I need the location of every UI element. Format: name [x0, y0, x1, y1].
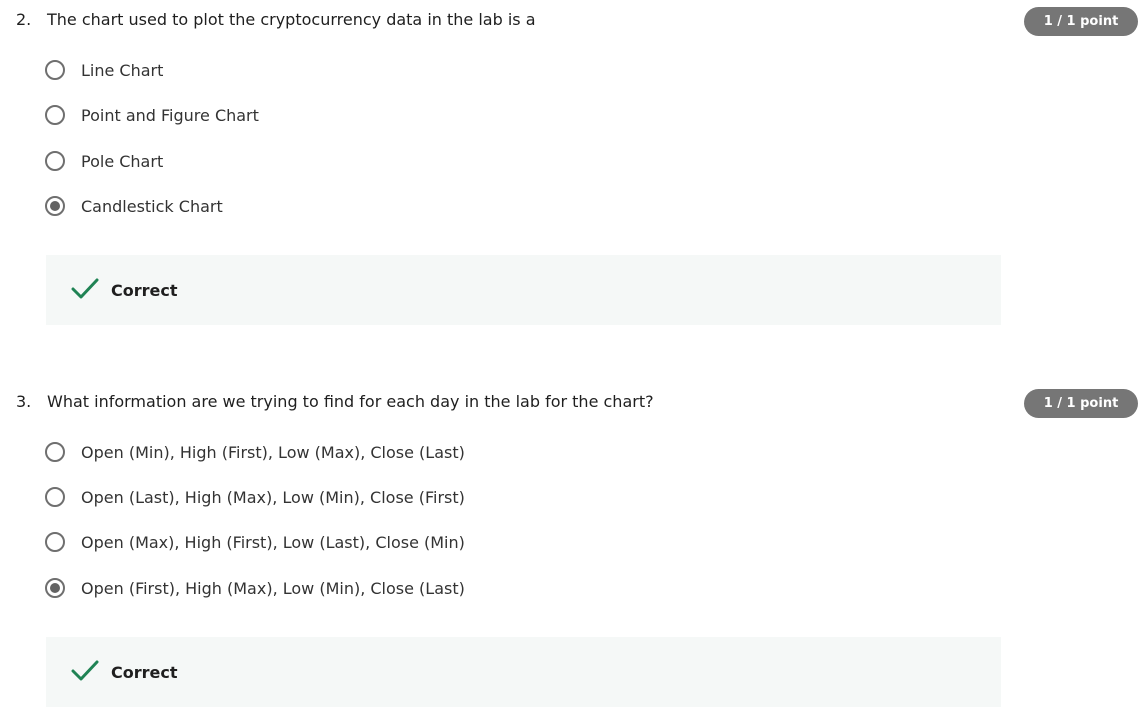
points-badge: 1 / 1 point: [1024, 389, 1138, 418]
radio-button[interactable]: [45, 60, 65, 80]
option-label: Candlestick Chart: [81, 197, 223, 216]
checkmark-icon: [71, 660, 99, 681]
feedback-label: Correct: [111, 663, 178, 682]
option-label: Open (Max), High (First), Low (Last), Cl…: [81, 533, 465, 552]
radio-button-selected[interactable]: [45, 578, 65, 598]
option-2[interactable]: Open (Last), High (Max), Low (Min), Clos…: [44, 484, 744, 512]
question-text: What information are we trying to find f…: [47, 392, 654, 411]
option-label: Line Chart: [81, 61, 164, 80]
radio-button[interactable]: [45, 532, 65, 552]
question-text: The chart used to plot the cryptocurrenc…: [47, 10, 536, 29]
question-number: 2.: [16, 10, 32, 29]
radio-button-selected[interactable]: [45, 196, 65, 216]
radio-button[interactable]: [45, 151, 65, 171]
option-label: Open (Min), High (First), Low (Max), Clo…: [81, 443, 465, 462]
feedback-correct: Correct: [46, 637, 1001, 707]
feedback-label: Correct: [111, 281, 178, 300]
option-candlestick-chart[interactable]: Candlestick Chart: [44, 193, 744, 221]
option-1[interactable]: Open (Min), High (First), Low (Max), Clo…: [44, 439, 744, 467]
question-header: 3. What information are we trying to fin…: [0, 382, 1146, 418]
points-badge: 1 / 1 point: [1024, 7, 1138, 36]
option-label: Open (Last), High (Max), Low (Min), Clos…: [81, 488, 465, 507]
option-pole-chart[interactable]: Pole Chart: [44, 148, 744, 176]
option-point-and-figure-chart[interactable]: Point and Figure Chart: [44, 102, 744, 130]
option-label: Point and Figure Chart: [81, 106, 259, 125]
option-4[interactable]: Open (First), High (Max), Low (Min), Clo…: [44, 575, 744, 603]
radio-button[interactable]: [45, 442, 65, 462]
radio-button[interactable]: [45, 105, 65, 125]
option-3[interactable]: Open (Max), High (First), Low (Last), Cl…: [44, 529, 744, 557]
option-label: Pole Chart: [81, 152, 164, 171]
option-line-chart[interactable]: Line Chart: [44, 57, 744, 85]
question-header: 2. The chart used to plot the cryptocurr…: [0, 0, 1146, 36]
radio-button[interactable]: [45, 487, 65, 507]
checkmark-icon: [71, 278, 99, 299]
option-label: Open (First), High (Max), Low (Min), Clo…: [81, 579, 465, 598]
feedback-correct: Correct: [46, 255, 1001, 325]
question-number: 3.: [16, 392, 32, 411]
